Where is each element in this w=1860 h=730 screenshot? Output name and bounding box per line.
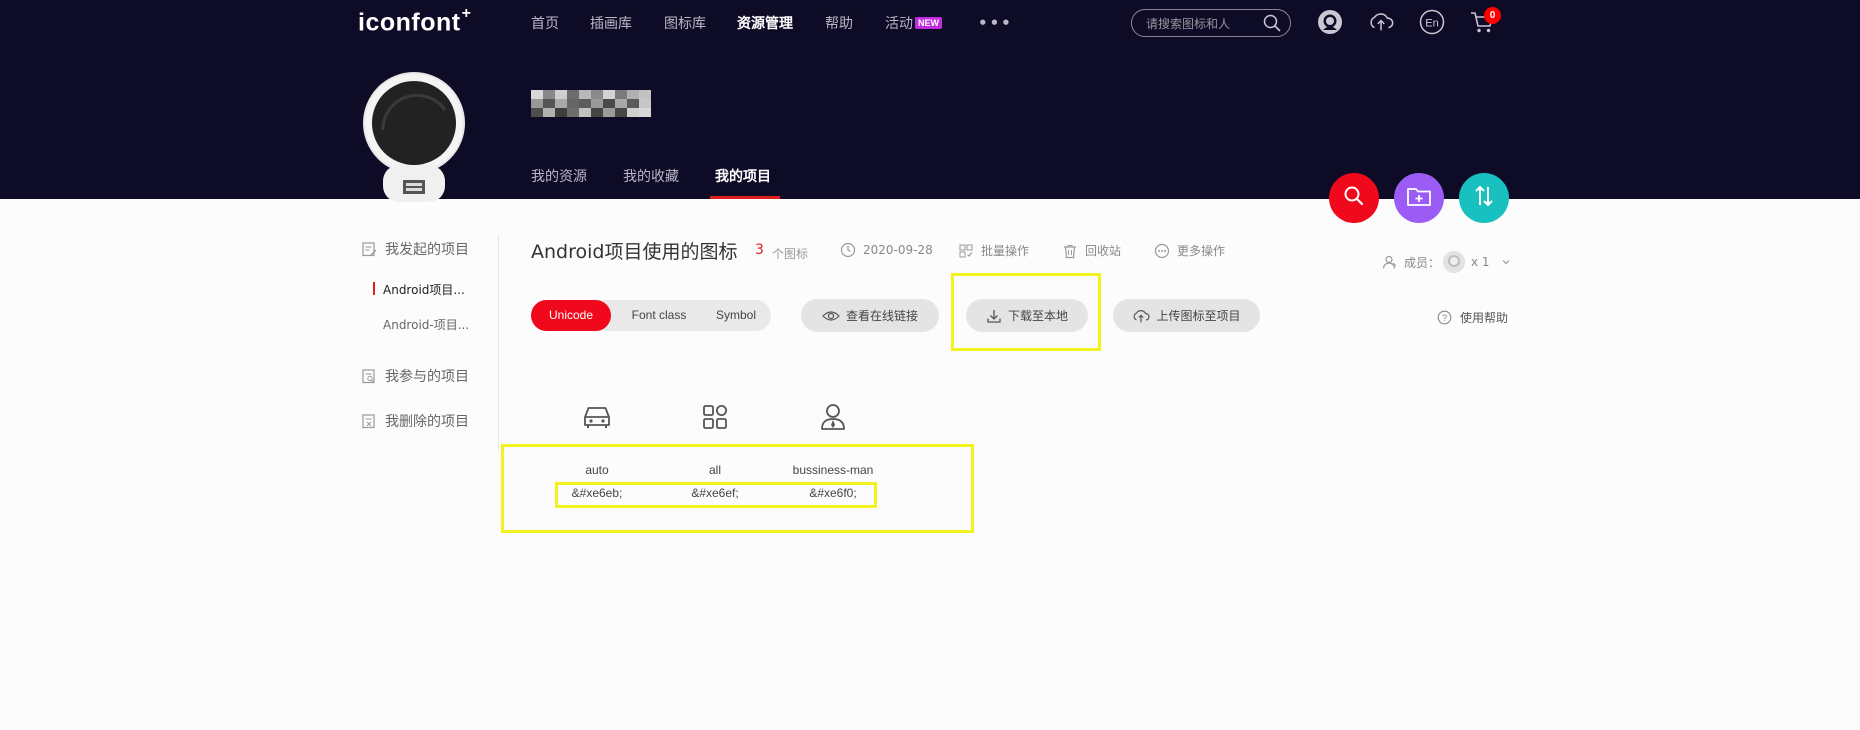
project-date: 2020-09-28 [840,242,933,258]
download-local-label: 下载至本地 [1007,309,1068,323]
document-search-icon [362,369,375,384]
nav-activity[interactable]: 活动 NEW [885,13,942,33]
nav-help[interactable]: 帮助 [825,13,853,33]
help-icon: ? [1437,310,1452,325]
nav-resource-management[interactable]: 资源管理 [737,13,793,33]
view-online-link-button[interactable]: 查看在线链接 [801,299,939,332]
download-local-button[interactable]: 下载至本地 [966,299,1088,332]
search-input[interactable] [1146,15,1256,32]
icon-code-bussiness-man[interactable]: &#xe6f0; [809,486,856,500]
car-icon[interactable] [579,402,615,432]
batch-operation-label: 批量操作 [981,244,1030,258]
more-circle-icon [1154,243,1170,258]
upload-cloud-icon[interactable] [1368,9,1394,35]
sidebar-project-android-2[interactable]: Android-项目... [383,316,469,333]
more-menu-icon[interactable]: ••• [978,14,1013,32]
usage-help-link[interactable]: ? 使用帮助 [1437,309,1508,326]
members-count: x 1 [1471,255,1490,269]
download-icon [987,309,1001,323]
project-date-text: 2020-09-28 [863,243,933,257]
nav-home[interactable]: 首页 [531,13,559,33]
icon-name-bussiness-man: bussiness-man [792,463,874,477]
format-font-class-tab[interactable]: Font class [617,300,701,331]
upload-icons-label: 上传图标至项目 [1156,309,1241,323]
search-box [1131,9,1291,37]
upload-icons-button[interactable]: 上传图标至项目 [1113,299,1260,332]
fab-sort-button[interactable] [1459,173,1509,223]
icon-count: 3 [755,242,764,258]
member-avatar [1443,251,1466,273]
tab-my-resources[interactable]: 我的资源 [531,166,587,186]
top-header: iconfont+ 首页 插画库 图标库 资源管理 帮助 活动NEW ••• E… [0,0,1860,202]
icon-code-auto[interactable]: &#xe6eb; [572,486,623,500]
sidebar-deleted-label: 我删除的项目 [385,414,469,430]
nav-icon-library[interactable]: 图标库 [664,13,706,33]
format-switch: Unicode Font class Symbol [531,300,771,331]
edit-document-icon [362,242,377,257]
svg-text:En: En [1425,18,1438,30]
clock-icon [840,242,856,258]
upload-cloud-icon [1134,309,1151,322]
language-en-icon[interactable]: En [1419,9,1445,35]
github-icon[interactable] [1317,9,1343,35]
icon-name-auto: auto [585,463,609,477]
batch-icon [959,244,973,257]
iconfont-logo[interactable]: iconfont+ [358,5,471,37]
new-badge: NEW [915,17,942,29]
sidebar-divider [498,235,499,450]
sort-icon [1471,183,1497,213]
sidebar-started-label: 我发起的项目 [385,242,469,258]
members-info[interactable]: 成员： x 1 [1382,251,1512,273]
trash-button[interactable]: 回收站 [1062,242,1121,259]
more-operations-label: 更多操作 [1177,244,1226,258]
project-title: Android项目使用的图标 [531,241,738,263]
members-label: 成员： [1404,255,1441,270]
avatar[interactable] [361,70,467,202]
icon-count-label: 个图标 [772,247,809,261]
search-icon [1342,184,1366,212]
grid-icon[interactable] [697,402,733,432]
svg-text:?: ? [1442,313,1447,323]
eye-icon [822,310,840,321]
search-icon[interactable] [1263,14,1281,36]
sidebar-project-android-1[interactable]: Android项目... [383,281,465,298]
active-project-marker [373,282,375,295]
icon-name-all: all [708,463,722,477]
person-icon[interactable] [815,402,851,432]
tab-my-projects[interactable]: 我的项目 [715,166,771,186]
members-icon [1382,255,1397,269]
tab-my-favorites[interactable]: 我的收藏 [623,166,679,186]
icon-code-all[interactable]: &#xe6ef; [691,486,738,500]
sidebar-joined-label: 我参与的项目 [385,369,469,385]
format-unicode-tab[interactable]: Unicode [531,300,611,331]
view-online-link-label: 查看在线链接 [845,309,918,323]
trash-icon [1064,244,1076,258]
format-symbol-tab[interactable]: Symbol [703,300,769,331]
active-tab-underline [710,196,780,199]
sidebar-joined-projects[interactable]: 我参与的项目 [361,366,469,386]
chevron-down-icon[interactable] [1500,256,1512,268]
cart-count-badge: 0 [1484,7,1501,24]
document-delete-icon [362,414,375,429]
trash-label: 回收站 [1085,244,1122,258]
username-blurred [531,90,664,118]
sidebar-started-projects[interactable]: 我发起的项目 [361,239,469,259]
more-operations-button[interactable]: 更多操作 [1154,242,1225,259]
batch-operation-button[interactable]: 批量操作 [958,242,1029,259]
folder-add-icon [1406,185,1432,211]
sidebar-deleted-projects[interactable]: 我删除的项目 [361,411,469,431]
fab-new-folder-button[interactable] [1394,173,1444,223]
usage-help-label: 使用帮助 [1460,311,1509,325]
nav-illustrations[interactable]: 插画库 [590,13,632,33]
nav-activity-label: 活动 [885,16,913,32]
fab-search-button[interactable] [1329,173,1379,223]
